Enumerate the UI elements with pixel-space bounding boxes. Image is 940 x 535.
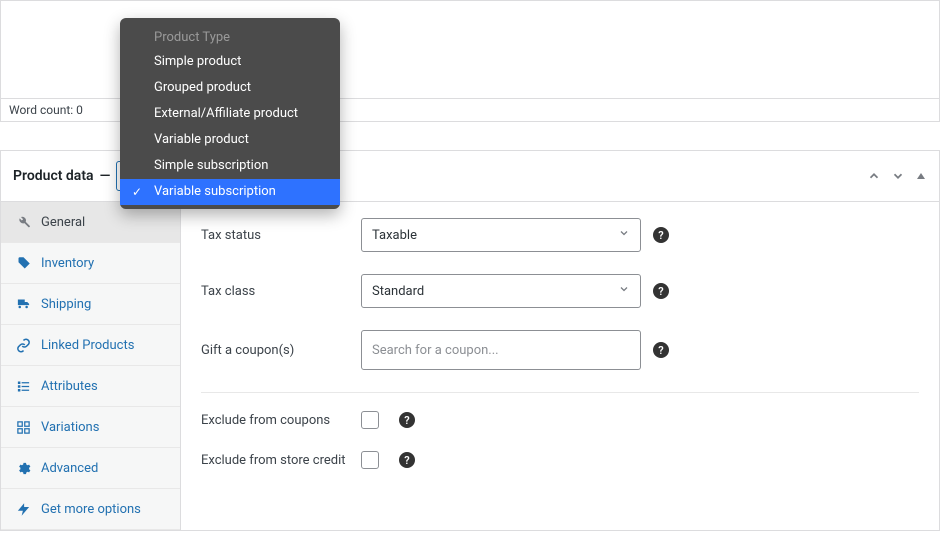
word-count-text: Word count: 0: [9, 103, 83, 117]
postbox-title: Product data: [13, 168, 94, 184]
gift-coupon-input[interactable]: Search for a coupon...: [361, 330, 641, 370]
postbox-title-dash: —: [100, 168, 111, 184]
chevron-down-icon: [618, 227, 630, 243]
bolt-icon: [15, 501, 31, 517]
exclude-coupons-label: Exclude from coupons: [201, 413, 349, 428]
grid-icon: [15, 419, 31, 435]
tab-label: Inventory: [41, 256, 94, 271]
tab-shipping[interactable]: Shipping: [1, 284, 180, 325]
move-up-icon[interactable]: [867, 169, 881, 183]
tag-icon: [15, 255, 31, 271]
chevron-down-icon: [618, 283, 630, 299]
tab-label: Get more options: [41, 502, 141, 517]
dropdown-header: Product Type: [120, 26, 340, 49]
product-type-option-external[interactable]: External/Affiliate product: [120, 101, 340, 127]
product-type-option-grouped[interactable]: Grouped product: [120, 75, 340, 101]
tab-label: Advanced: [41, 461, 98, 476]
tab-label: Linked Products: [41, 338, 134, 353]
tab-variations[interactable]: Variations: [1, 407, 180, 448]
tab-inventory[interactable]: Inventory: [1, 243, 180, 284]
tab-linked-products[interactable]: Linked Products: [1, 325, 180, 366]
tax-status-value: Taxable: [372, 228, 417, 243]
product-type-option-variable[interactable]: Variable product: [120, 127, 340, 153]
tab-advanced[interactable]: Advanced: [1, 448, 180, 489]
toggle-panel-icon[interactable]: [915, 170, 927, 182]
tax-class-label: Tax class: [201, 284, 349, 299]
gift-coupon-placeholder: Search for a coupon...: [372, 343, 499, 358]
check-icon: ✓: [132, 183, 142, 201]
help-icon[interactable]: ?: [653, 227, 669, 243]
tax-status-select[interactable]: Taxable: [361, 218, 641, 252]
product-type-option-simple[interactable]: Simple product: [120, 49, 340, 75]
gear-icon: [15, 460, 31, 476]
tax-status-label: Tax status: [201, 228, 349, 243]
tab-attributes[interactable]: Attributes: [1, 366, 180, 407]
gift-coupon-label: Gift a coupon(s): [201, 343, 349, 358]
help-icon[interactable]: ?: [399, 452, 415, 468]
help-icon[interactable]: ?: [653, 342, 669, 358]
product-type-option-variable-subscription[interactable]: ✓ Variable subscription: [120, 179, 340, 205]
product-data-tabs: General Inventory Shipping Linked Produc…: [1, 202, 181, 530]
exclude-coupons-checkbox[interactable]: [361, 411, 379, 429]
tax-class-value: Standard: [372, 284, 424, 299]
tax-class-select[interactable]: Standard: [361, 274, 641, 308]
help-icon[interactable]: ?: [653, 283, 669, 299]
tab-label: Attributes: [41, 379, 98, 394]
link-icon: [15, 337, 31, 353]
help-icon[interactable]: ?: [399, 412, 415, 428]
exclude-store-credit-checkbox[interactable]: [361, 451, 379, 469]
move-down-icon[interactable]: [891, 169, 905, 183]
tab-label: Shipping: [41, 297, 91, 312]
tab-label: General: [41, 215, 85, 230]
list-icon: [15, 378, 31, 394]
product-type-dropdown: Product Type Simple product Grouped prod…: [120, 18, 340, 209]
exclude-store-credit-label: Exclude from store credit: [201, 453, 349, 468]
truck-icon: [15, 296, 31, 312]
product-type-option-simple-subscription[interactable]: Simple subscription: [120, 153, 340, 179]
tab-get-more-options[interactable]: Get more options: [1, 489, 180, 530]
tab-label: Variations: [41, 420, 99, 435]
general-panel: Tax status Taxable ? Tax class Standard …: [181, 202, 939, 530]
wrench-icon: [15, 214, 31, 230]
divider: [201, 392, 919, 393]
